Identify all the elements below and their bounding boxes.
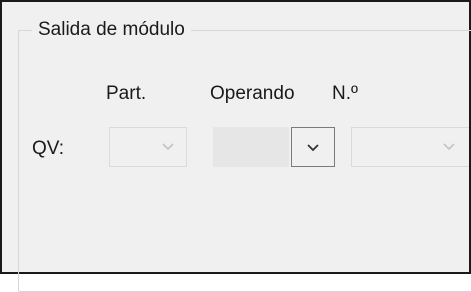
operando-dropdown-button[interactable] (291, 127, 335, 167)
chevron-down-icon (443, 143, 455, 151)
operando-column-header: Operando (210, 83, 295, 104)
qv-row-label: QV: (32, 138, 65, 159)
groupbox-title: Salida de módulo (32, 18, 191, 42)
operando-dropdown-field[interactable] (213, 127, 289, 167)
chevron-down-icon (307, 144, 319, 152)
part-dropdown (109, 127, 187, 167)
number-dropdown (351, 127, 469, 167)
window-frame: Salida de módulo Part. Operando N.º QV: (0, 0, 471, 292)
part-column-header: Part. (106, 83, 147, 104)
chevron-down-icon (162, 143, 174, 151)
number-column-header: N.º (332, 83, 358, 104)
